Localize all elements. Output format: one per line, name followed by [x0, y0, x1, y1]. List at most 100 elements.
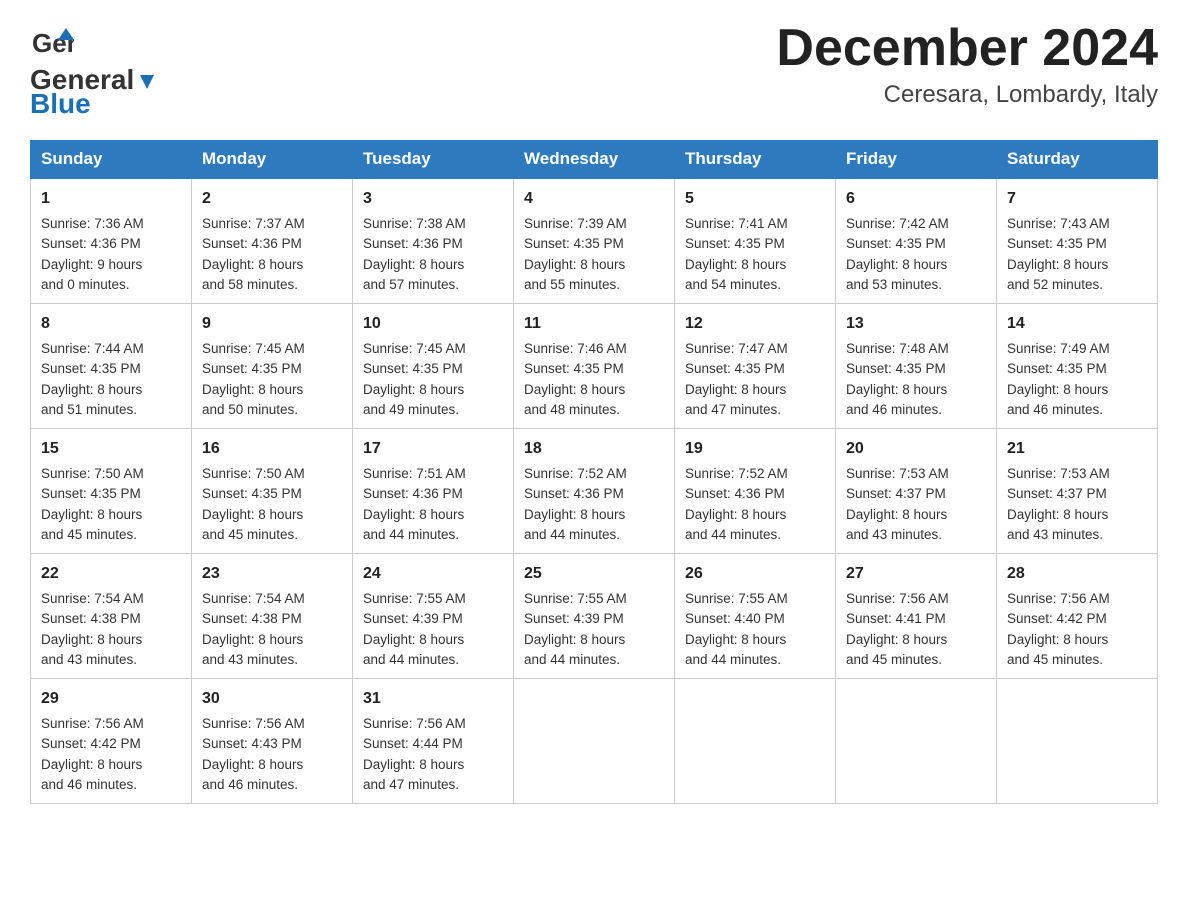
sunset-label: Sunset: 4:35 PM [685, 236, 785, 251]
table-row: 4 Sunrise: 7:39 AM Sunset: 4:35 PM Dayli… [514, 178, 675, 304]
col-sunday: Sunday [31, 141, 192, 179]
daylight-label: Daylight: 8 hours [363, 382, 464, 397]
sunset-label: Sunset: 4:35 PM [202, 486, 302, 501]
day-number: 15 [41, 437, 181, 461]
daylight-minutes: and 46 minutes. [202, 777, 298, 792]
col-friday: Friday [836, 141, 997, 179]
daylight-label: Daylight: 8 hours [1007, 257, 1108, 272]
location-title: Ceresara, Lombardy, Italy [776, 81, 1158, 109]
table-row: 15 Sunrise: 7:50 AM Sunset: 4:35 PM Dayl… [31, 429, 192, 554]
sunrise-label: Sunrise: 7:49 AM [1007, 341, 1110, 356]
sunset-label: Sunset: 4:43 PM [202, 736, 302, 751]
sunrise-label: Sunrise: 7:39 AM [524, 216, 627, 231]
daylight-minutes: and 49 minutes. [363, 402, 459, 417]
sunset-label: Sunset: 4:38 PM [202, 611, 302, 626]
col-monday: Monday [192, 141, 353, 179]
table-row: 23 Sunrise: 7:54 AM Sunset: 4:38 PM Dayl… [192, 554, 353, 679]
daylight-minutes: and 47 minutes. [685, 402, 781, 417]
sunset-label: Sunset: 4:37 PM [1007, 486, 1107, 501]
daylight-minutes: and 55 minutes. [524, 277, 620, 292]
day-number: 14 [1007, 312, 1147, 336]
daylight-minutes: and 47 minutes. [363, 777, 459, 792]
daylight-minutes: and 44 minutes. [363, 527, 459, 542]
daylight-minutes: and 43 minutes. [846, 527, 942, 542]
table-row: 9 Sunrise: 7:45 AM Sunset: 4:35 PM Dayli… [192, 304, 353, 429]
sunset-label: Sunset: 4:35 PM [524, 361, 624, 376]
table-row: 29 Sunrise: 7:56 AM Sunset: 4:42 PM Dayl… [31, 679, 192, 804]
daylight-label: Daylight: 8 hours [846, 507, 947, 522]
day-number: 5 [685, 187, 825, 211]
table-row: 28 Sunrise: 7:56 AM Sunset: 4:42 PM Dayl… [997, 554, 1158, 679]
table-row: 5 Sunrise: 7:41 AM Sunset: 4:35 PM Dayli… [675, 178, 836, 304]
daylight-minutes: and 46 minutes. [846, 402, 942, 417]
col-tuesday: Tuesday [353, 141, 514, 179]
daylight-minutes: and 45 minutes. [41, 527, 137, 542]
sunrise-label: Sunrise: 7:46 AM [524, 341, 627, 356]
daylight-label: Daylight: 8 hours [363, 757, 464, 772]
table-row: 19 Sunrise: 7:52 AM Sunset: 4:36 PM Dayl… [675, 429, 836, 554]
table-row [836, 679, 997, 804]
daylight-label: Daylight: 8 hours [685, 632, 786, 647]
calendar-week-row: 15 Sunrise: 7:50 AM Sunset: 4:35 PM Dayl… [31, 429, 1158, 554]
logo-blue-text: Blue [30, 88, 91, 119]
col-saturday: Saturday [997, 141, 1158, 179]
sunset-label: Sunset: 4:36 PM [41, 236, 141, 251]
daylight-label: Daylight: 8 hours [685, 382, 786, 397]
sunset-label: Sunset: 4:41 PM [846, 611, 946, 626]
sunrise-label: Sunrise: 7:56 AM [846, 591, 949, 606]
day-number: 18 [524, 437, 664, 461]
sunset-label: Sunset: 4:35 PM [1007, 361, 1107, 376]
daylight-label: Daylight: 8 hours [41, 382, 142, 397]
daylight-minutes: and 44 minutes. [524, 652, 620, 667]
table-row: 27 Sunrise: 7:56 AM Sunset: 4:41 PM Dayl… [836, 554, 997, 679]
table-row: 26 Sunrise: 7:55 AM Sunset: 4:40 PM Dayl… [675, 554, 836, 679]
sunrise-label: Sunrise: 7:56 AM [202, 716, 305, 731]
daylight-label: Daylight: 8 hours [685, 257, 786, 272]
daylight-label: Daylight: 8 hours [524, 632, 625, 647]
day-number: 17 [363, 437, 503, 461]
sunrise-label: Sunrise: 7:45 AM [363, 341, 466, 356]
daylight-minutes: and 54 minutes. [685, 277, 781, 292]
sunrise-label: Sunrise: 7:41 AM [685, 216, 788, 231]
daylight-label: Daylight: 8 hours [41, 507, 142, 522]
sunset-label: Sunset: 4:35 PM [1007, 236, 1107, 251]
calendar-week-row: 29 Sunrise: 7:56 AM Sunset: 4:42 PM Dayl… [31, 679, 1158, 804]
col-wednesday: Wednesday [514, 141, 675, 179]
sunset-label: Sunset: 4:35 PM [846, 361, 946, 376]
table-row: 21 Sunrise: 7:53 AM Sunset: 4:37 PM Dayl… [997, 429, 1158, 554]
daylight-minutes: and 52 minutes. [1007, 277, 1103, 292]
table-row: 17 Sunrise: 7:51 AM Sunset: 4:36 PM Dayl… [353, 429, 514, 554]
sunrise-label: Sunrise: 7:50 AM [41, 466, 144, 481]
sunrise-label: Sunrise: 7:50 AM [202, 466, 305, 481]
daylight-minutes: and 50 minutes. [202, 402, 298, 417]
day-number: 25 [524, 562, 664, 586]
table-row: 22 Sunrise: 7:54 AM Sunset: 4:38 PM Dayl… [31, 554, 192, 679]
table-row [675, 679, 836, 804]
daylight-label: Daylight: 9 hours [41, 257, 142, 272]
daylight-minutes: and 53 minutes. [846, 277, 942, 292]
sunset-label: Sunset: 4:35 PM [363, 361, 463, 376]
day-number: 28 [1007, 562, 1147, 586]
table-row: 7 Sunrise: 7:43 AM Sunset: 4:35 PM Dayli… [997, 178, 1158, 304]
table-row: 12 Sunrise: 7:47 AM Sunset: 4:35 PM Dayl… [675, 304, 836, 429]
table-row: 10 Sunrise: 7:45 AM Sunset: 4:35 PM Dayl… [353, 304, 514, 429]
table-row: 18 Sunrise: 7:52 AM Sunset: 4:36 PM Dayl… [514, 429, 675, 554]
daylight-minutes: and 46 minutes. [41, 777, 137, 792]
calendar-week-row: 8 Sunrise: 7:44 AM Sunset: 4:35 PM Dayli… [31, 304, 1158, 429]
sunrise-label: Sunrise: 7:43 AM [1007, 216, 1110, 231]
daylight-label: Daylight: 8 hours [202, 382, 303, 397]
sunrise-label: Sunrise: 7:55 AM [524, 591, 627, 606]
day-number: 8 [41, 312, 181, 336]
sunrise-label: Sunrise: 7:53 AM [1007, 466, 1110, 481]
sunset-label: Sunset: 4:39 PM [363, 611, 463, 626]
sunset-label: Sunset: 4:42 PM [1007, 611, 1107, 626]
sunrise-label: Sunrise: 7:47 AM [685, 341, 788, 356]
table-row [514, 679, 675, 804]
daylight-label: Daylight: 8 hours [524, 257, 625, 272]
day-number: 21 [1007, 437, 1147, 461]
sunset-label: Sunset: 4:36 PM [685, 486, 785, 501]
daylight-minutes: and 46 minutes. [1007, 402, 1103, 417]
sunset-label: Sunset: 4:40 PM [685, 611, 785, 626]
daylight-minutes: and 43 minutes. [41, 652, 137, 667]
day-number: 26 [685, 562, 825, 586]
